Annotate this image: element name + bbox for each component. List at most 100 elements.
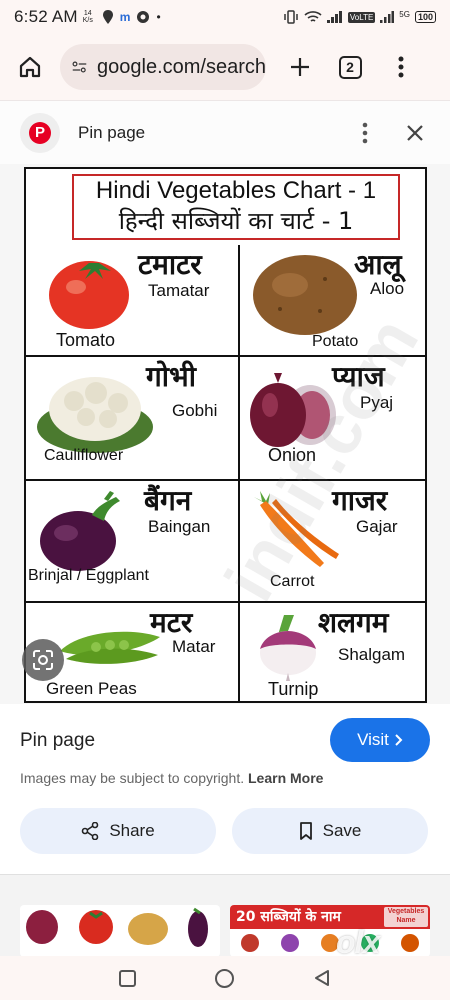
cell-cauliflower: गोभी Gobhi Cauliflower	[26, 357, 236, 469]
close-icon	[407, 124, 423, 141]
veg-english: Potato	[312, 333, 359, 350]
recents-button[interactable]	[119, 969, 137, 987]
veg-hindi: बैंगन	[144, 484, 192, 517]
more-vert-icon	[398, 56, 404, 78]
google-lens-button[interactable]	[22, 639, 64, 681]
veg-translit: Baingan	[148, 517, 211, 536]
vegetables-thumbnail-image	[26, 907, 208, 947]
tab-count: 2	[338, 55, 362, 79]
lens-icon	[33, 650, 53, 670]
browser-toolbar: google.com/search 2	[0, 38, 450, 96]
veg-english: Onion	[268, 445, 317, 465]
close-button[interactable]	[400, 113, 430, 153]
home-icon	[19, 56, 41, 78]
signal-icon	[326, 11, 342, 23]
address-bar[interactable]: google.com/search	[60, 44, 266, 90]
network-type: 5G	[399, 10, 410, 19]
save-label: Save	[322, 821, 362, 840]
volte-badge: VoLTE	[347, 11, 376, 23]
related-thumbnail[interactable]: 20 सब्जियों के नाम Vegetables Name	[230, 905, 430, 957]
plus-icon	[291, 58, 309, 76]
vibrate-icon	[284, 10, 298, 24]
more-vert-icon	[362, 122, 368, 143]
share-label: Share	[109, 821, 155, 840]
network-speed: 14 K/s	[82, 10, 93, 24]
turnip-image	[260, 615, 316, 681]
related-thumbnail[interactable]	[20, 905, 220, 957]
veg-english: Green Peas	[46, 679, 137, 698]
notification-icons: m •	[102, 10, 161, 24]
vegetables-chart-image: Hindi Vegetables Chart - 1 हिन्दी सब्जिय…	[24, 167, 433, 703]
veg-hindi: गोभी	[146, 360, 196, 393]
battery-icon: 100	[414, 11, 436, 23]
cell-onion: प्याज Pyaj Onion	[240, 357, 450, 469]
pinterest-icon: P	[29, 121, 51, 144]
bookmark-icon	[299, 822, 312, 840]
wifi-icon	[304, 11, 322, 22]
veg-english: Cauliflower	[44, 447, 124, 464]
veg-translit: Gobhi	[172, 401, 218, 420]
veg-english: Tomato	[56, 330, 116, 350]
mi-icon: m	[119, 10, 131, 24]
location-icon	[102, 10, 113, 24]
details-title: Pin page	[20, 730, 96, 751]
veg-translit: Shalgam	[338, 645, 406, 664]
cell-tomato: टमाटर Tamatar Tomato	[26, 245, 236, 357]
potato-image	[253, 255, 357, 335]
veg-hindi: शलगम	[318, 606, 389, 639]
site-settings-icon	[72, 61, 87, 73]
copyright-notice: Images may be subject to copyright. Lear…	[20, 770, 323, 786]
veg-english: Turnip	[268, 679, 319, 699]
veg-translit: Matar	[172, 637, 216, 656]
pin-header-title: Pin page	[78, 122, 146, 142]
dot-icon: •	[156, 10, 161, 24]
onion-image	[250, 373, 336, 447]
cell-turnip: शलगम Shalgam Turnip	[240, 603, 450, 715]
veg-translit: Tamatar	[148, 281, 210, 300]
veg-translit: Gajar	[356, 517, 398, 536]
chart-title-box: Hindi Vegetables Chart - 1 हिन्दी सब्जिय…	[72, 174, 400, 240]
save-button[interactable]: Save	[232, 808, 428, 854]
browser-menu-button[interactable]	[386, 47, 416, 87]
veg-translit: Aloo	[370, 279, 405, 298]
veg-hindi: प्याज	[332, 360, 385, 393]
settings-icon	[137, 11, 150, 23]
pinterest-logo: P	[20, 112, 60, 153]
thumbnail-tag: Vegetables Name	[384, 907, 428, 927]
image-preview[interactable]: Hindi Vegetables Chart - 1 हिन्दी सब्जिय…	[0, 164, 450, 704]
thumbnail-vegetables-image	[241, 934, 419, 952]
chevron-right-icon	[395, 734, 403, 746]
cell-potato: आलू Aloo Potato	[240, 245, 450, 357]
status-bar: 6:52 AM 14 K/s m • VoLTE 5G 100	[0, 0, 450, 34]
tomato-image	[49, 261, 129, 329]
pin-details: Pin page Visit Images may be subject to …	[0, 704, 450, 874]
share-button[interactable]: Share	[20, 808, 216, 854]
url-text: google.com/search	[97, 55, 266, 78]
copyright-text: Images may be subject to copyright.	[20, 770, 245, 786]
status-right: VoLTE 5G 100	[283, 10, 436, 24]
veg-hindi: टमाटर	[138, 248, 202, 281]
pin-more-button[interactable]	[352, 113, 378, 153]
status-time: 6:52 AM	[14, 7, 78, 26]
cell-brinjal: बैंगन Baingan Brinjal / Eggplant	[26, 481, 236, 593]
brinjal-image	[40, 491, 120, 571]
cauliflower-image	[37, 377, 153, 453]
veg-hindi: गाजर	[332, 484, 388, 517]
back-icon[interactable]	[313, 969, 331, 987]
system-nav-bar	[0, 956, 450, 1000]
tab-switcher-button[interactable]: 2	[330, 47, 370, 87]
new-tab-button[interactable]	[280, 47, 320, 87]
veg-hindi: आलू	[354, 248, 402, 281]
visit-button[interactable]: Visit	[330, 718, 430, 762]
home-button[interactable]	[14, 51, 46, 83]
signal-icon-2	[380, 11, 395, 23]
chart-title-english: Hindi Vegetables Chart - 1	[95, 177, 377, 204]
chart-title-hindi: हिन्दी सब्जियों का चार्ट - 1	[118, 207, 354, 235]
learn-more-link[interactable]: Learn More	[248, 770, 323, 786]
veg-translit: Pyaj	[360, 393, 394, 412]
carrot-image	[254, 491, 339, 567]
share-icon	[82, 822, 99, 840]
pin-header: P Pin page	[0, 100, 450, 164]
home-nav-button[interactable]	[214, 968, 234, 988]
veg-hindi: मटर	[150, 606, 193, 639]
